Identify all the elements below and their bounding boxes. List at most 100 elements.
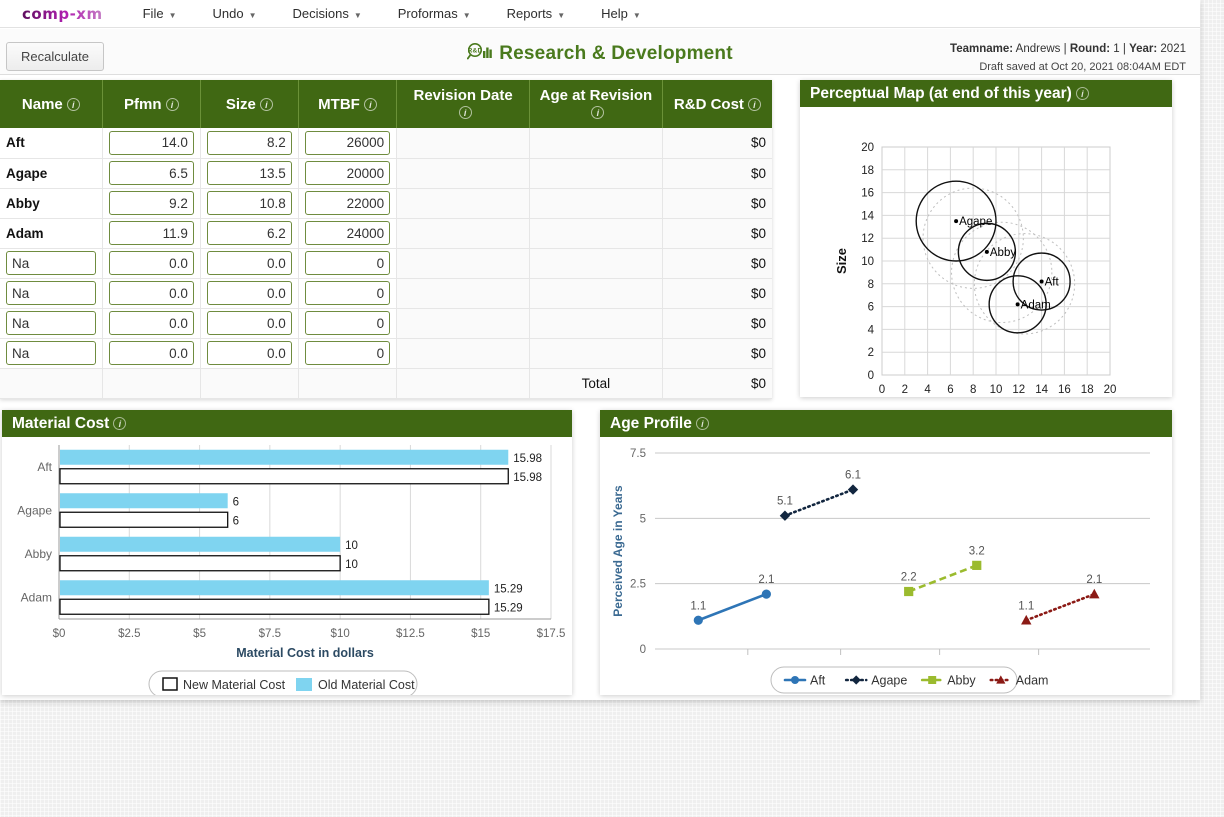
cell-pfmn[interactable]: [102, 278, 201, 309]
svg-text:4: 4: [924, 384, 931, 396]
cell-size[interactable]: [200, 128, 299, 159]
cell-mtbf[interactable]: [298, 158, 398, 189]
info-icon[interactable]: i: [695, 417, 709, 430]
col-header-revision-date[interactable]: Revision Date i: [396, 80, 531, 128]
cell-mtbf[interactable]: [298, 188, 398, 219]
table-row: Adam $0: [0, 218, 772, 249]
cell-pfmn[interactable]: [102, 248, 201, 279]
size-input[interactable]: [206, 281, 292, 305]
info-icon[interactable]: i: [363, 97, 377, 111]
cell-name[interactable]: [0, 308, 103, 339]
cell-mtbf[interactable]: [298, 338, 398, 369]
cell-size[interactable]: [200, 308, 299, 339]
info-icon[interactable]: i: [747, 97, 761, 111]
mtbf-input[interactable]: [304, 130, 391, 155]
info-icon[interactable]: i: [259, 97, 273, 111]
cell-size[interactable]: [200, 248, 299, 279]
pfmn-input[interactable]: [108, 130, 194, 155]
cell-rd-cost: $0: [662, 338, 772, 369]
col-header-pfmn[interactable]: Pfmn i: [102, 80, 201, 128]
svg-text:Agape: Agape: [959, 216, 992, 228]
cell-mtbf[interactable]: [298, 308, 398, 339]
cell-mtbf[interactable]: [298, 248, 398, 279]
size-input[interactable]: [206, 311, 292, 335]
cell-size[interactable]: [200, 188, 299, 219]
mtbf-input[interactable]: [304, 251, 391, 275]
cell-size[interactable]: [200, 218, 299, 249]
cell-pfmn[interactable]: [102, 308, 201, 339]
age-profile-panel: Age Profile i 0 2.5 5 7.5 1.1 2.1 5.1 6.1 2.2 3.2 1…: [600, 410, 1172, 695]
menu-decisions[interactable]: Decisions ▼: [283, 2, 370, 25]
size-input[interactable]: [206, 191, 292, 215]
pfmn-input[interactable]: [108, 161, 194, 185]
svg-text:10: 10: [345, 540, 358, 552]
info-icon[interactable]: i: [591, 106, 605, 119]
cell-mtbf[interactable]: [298, 128, 398, 159]
cell-size[interactable]: [200, 278, 299, 309]
size-input[interactable]: [206, 130, 292, 155]
info-icon[interactable]: i: [66, 97, 80, 111]
name-text: Agape: [6, 165, 48, 181]
cell-name[interactable]: [0, 278, 103, 309]
cell-pfmn[interactable]: [102, 338, 201, 369]
pfmn-input[interactable]: [108, 221, 194, 245]
cell-revision-date: [396, 308, 531, 339]
mtbf-input[interactable]: [304, 311, 391, 335]
menu-reports[interactable]: Reports ▼: [498, 2, 574, 25]
size-input[interactable]: [206, 341, 292, 365]
cell-rd-cost: $0: [662, 278, 772, 309]
info-icon[interactable]: i: [113, 417, 127, 430]
cell-pfmn[interactable]: [102, 188, 201, 219]
pfmn-input[interactable]: [108, 191, 194, 215]
mtbf-input[interactable]: [304, 281, 391, 305]
mtbf-input[interactable]: [304, 221, 391, 245]
cell-age-at-revision: [529, 338, 663, 369]
total-spacer: [396, 368, 531, 399]
col-header-size[interactable]: Size i: [200, 80, 299, 128]
pfmn-input[interactable]: [108, 251, 194, 275]
cell-pfmn[interactable]: [102, 128, 201, 159]
info-icon[interactable]: i: [458, 106, 472, 119]
cell-name[interactable]: [0, 338, 103, 369]
name-input[interactable]: [6, 341, 96, 365]
svg-text:16: 16: [1058, 384, 1071, 396]
info-icon[interactable]: i: [1075, 87, 1089, 100]
name-input[interactable]: [6, 311, 96, 335]
pfmn-input[interactable]: [108, 311, 194, 335]
col-header-mtbf[interactable]: MTBF i: [298, 80, 398, 128]
cell-size[interactable]: [200, 158, 299, 189]
name-input[interactable]: [6, 281, 96, 305]
page-container: comp-xm File ▼ Undo ▼ Decisions ▼ Proformas…: [0, 0, 1200, 700]
menu-help[interactable]: Help ▼: [592, 2, 650, 25]
name-input[interactable]: [6, 251, 96, 275]
pfmn-input[interactable]: [108, 281, 194, 305]
col-header-rd-cost[interactable]: R&D Cost i: [662, 80, 772, 128]
cell-age-at-revision: [529, 188, 663, 219]
mtbf-input[interactable]: [304, 341, 391, 365]
col-header-age-at-revision[interactable]: Age at Revision i: [529, 80, 663, 128]
cell-pfmn[interactable]: [102, 158, 201, 189]
size-input[interactable]: [206, 251, 292, 275]
menu-proformas[interactable]: Proformas ▼: [389, 2, 480, 25]
cell-size[interactable]: [200, 338, 299, 369]
menu-file[interactable]: File ▼: [134, 2, 186, 25]
svg-text:0: 0: [640, 644, 646, 656]
cell-name[interactable]: [0, 248, 103, 279]
cell-pfmn[interactable]: [102, 218, 201, 249]
cell-mtbf[interactable]: [298, 278, 398, 309]
size-input[interactable]: [206, 161, 292, 185]
svg-text:Material Cost in dollars: Material Cost in dollars: [236, 646, 374, 660]
size-input[interactable]: [206, 221, 292, 245]
compxm-logo[interactable]: comp-xm: [22, 5, 103, 23]
col-header-name[interactable]: Name i: [0, 80, 103, 128]
menu-undo[interactable]: Undo ▼: [203, 2, 265, 25]
cell-rd-cost: $0: [662, 158, 772, 189]
svg-text:15.98: 15.98: [513, 472, 542, 484]
mtbf-input[interactable]: [304, 191, 391, 215]
pfmn-input[interactable]: [108, 341, 194, 365]
info-icon[interactable]: i: [165, 97, 179, 111]
mtbf-input[interactable]: [304, 161, 391, 185]
svg-text:$0: $0: [53, 628, 66, 640]
cell-mtbf[interactable]: [298, 218, 398, 249]
svg-text:Agape: Agape: [17, 503, 52, 517]
